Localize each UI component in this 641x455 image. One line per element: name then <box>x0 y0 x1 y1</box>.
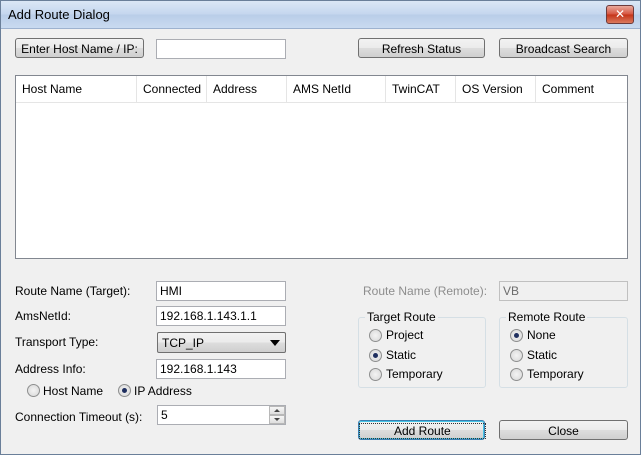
close-window-button[interactable]: ✕ <box>606 5 634 24</box>
radio-host-name[interactable] <box>27 384 40 397</box>
refresh-status-button[interactable]: Refresh Status <box>358 38 485 58</box>
column-comment[interactable]: Comment <box>536 76 627 102</box>
connection-timeout-stepper[interactable]: 5 <box>157 405 286 425</box>
decrement-button[interactable] <box>269 415 285 424</box>
enter-host-button[interactable]: Enter Host Name / IP: <box>15 38 144 58</box>
target-route-static-label[interactable]: Static <box>386 348 416 362</box>
remote-route-none-label[interactable]: None <box>527 328 556 342</box>
remote-route-title: Remote Route <box>506 310 588 324</box>
column-ams-netid[interactable]: AMS NetId <box>287 76 386 102</box>
column-address[interactable]: Address <box>207 76 287 102</box>
target-route-project-label[interactable]: Project <box>386 328 423 342</box>
remote-route-static-label[interactable]: Static <box>527 348 557 362</box>
radio-host-name-label[interactable]: Host Name <box>43 384 103 398</box>
column-host-name[interactable]: Host Name <box>16 76 137 102</box>
add-route-dialog: Add Route Dialog ✕ Enter Host Name / IP:… <box>0 0 641 455</box>
route-name-label: Route Name (Target): <box>15 284 131 298</box>
host-list[interactable]: Host Name Connected Address AMS NetId Tw… <box>15 75 628 259</box>
host-input[interactable] <box>156 39 286 59</box>
remote-route-name-input: VB <box>499 281 628 301</box>
connection-timeout-value: 5 <box>161 408 168 422</box>
radio-ip-address[interactable] <box>118 384 131 397</box>
target-route-title: Target Route <box>365 310 438 324</box>
amsnetid-label: AmsNetId: <box>15 309 72 323</box>
transport-type-value: TCP_IP <box>162 336 205 350</box>
increment-button[interactable] <box>269 406 285 415</box>
remote-route-group: Remote Route None Static Temporary <box>499 310 628 388</box>
arrow-up-icon <box>274 409 280 412</box>
arrow-down-icon <box>274 418 280 421</box>
transport-type-label: Transport Type: <box>15 335 99 349</box>
radio-ip-address-label[interactable]: IP Address <box>134 384 192 398</box>
target-route-group: Target Route Project Static Temporary <box>358 310 486 388</box>
target-route-temporary-radio[interactable] <box>369 368 382 381</box>
window-title: Add Route Dialog <box>8 7 110 22</box>
connection-timeout-label: Connection Timeout (s): <box>15 410 143 424</box>
chevron-down-icon <box>270 340 280 346</box>
address-info-input[interactable]: 192.168.1.143 <box>156 359 286 379</box>
broadcast-search-button[interactable]: Broadcast Search <box>499 38 628 58</box>
remote-route-temporary-label[interactable]: Temporary <box>527 367 584 381</box>
add-route-button-label: Add Route <box>359 423 486 439</box>
address-info-label: Address Info: <box>15 362 86 376</box>
column-os-version[interactable]: OS Version <box>456 76 536 102</box>
target-route-static-radio[interactable] <box>369 349 382 362</box>
add-route-button[interactable]: Add Route <box>358 420 486 440</box>
column-connected[interactable]: Connected <box>137 76 207 102</box>
remote-route-temporary-radio[interactable] <box>510 368 523 381</box>
close-button[interactable]: Close <box>499 420 628 440</box>
transport-type-select[interactable]: TCP_IP <box>157 332 286 353</box>
close-icon: ✕ <box>614 7 626 21</box>
amsnetid-input[interactable]: 192.168.1.143.1.1 <box>156 306 286 326</box>
route-name-input[interactable]: HMI <box>156 281 286 301</box>
target-route-temporary-label[interactable]: Temporary <box>386 367 443 381</box>
remote-route-name-label: Route Name (Remote): <box>363 284 488 298</box>
column-twincat[interactable]: TwinCAT <box>386 76 456 102</box>
remote-route-none-radio[interactable] <box>510 329 523 342</box>
host-list-header: Host Name Connected Address AMS NetId Tw… <box>16 76 627 103</box>
title-bar[interactable]: Add Route Dialog ✕ <box>1 1 640 29</box>
target-route-project-radio[interactable] <box>369 329 382 342</box>
remote-route-static-radio[interactable] <box>510 349 523 362</box>
